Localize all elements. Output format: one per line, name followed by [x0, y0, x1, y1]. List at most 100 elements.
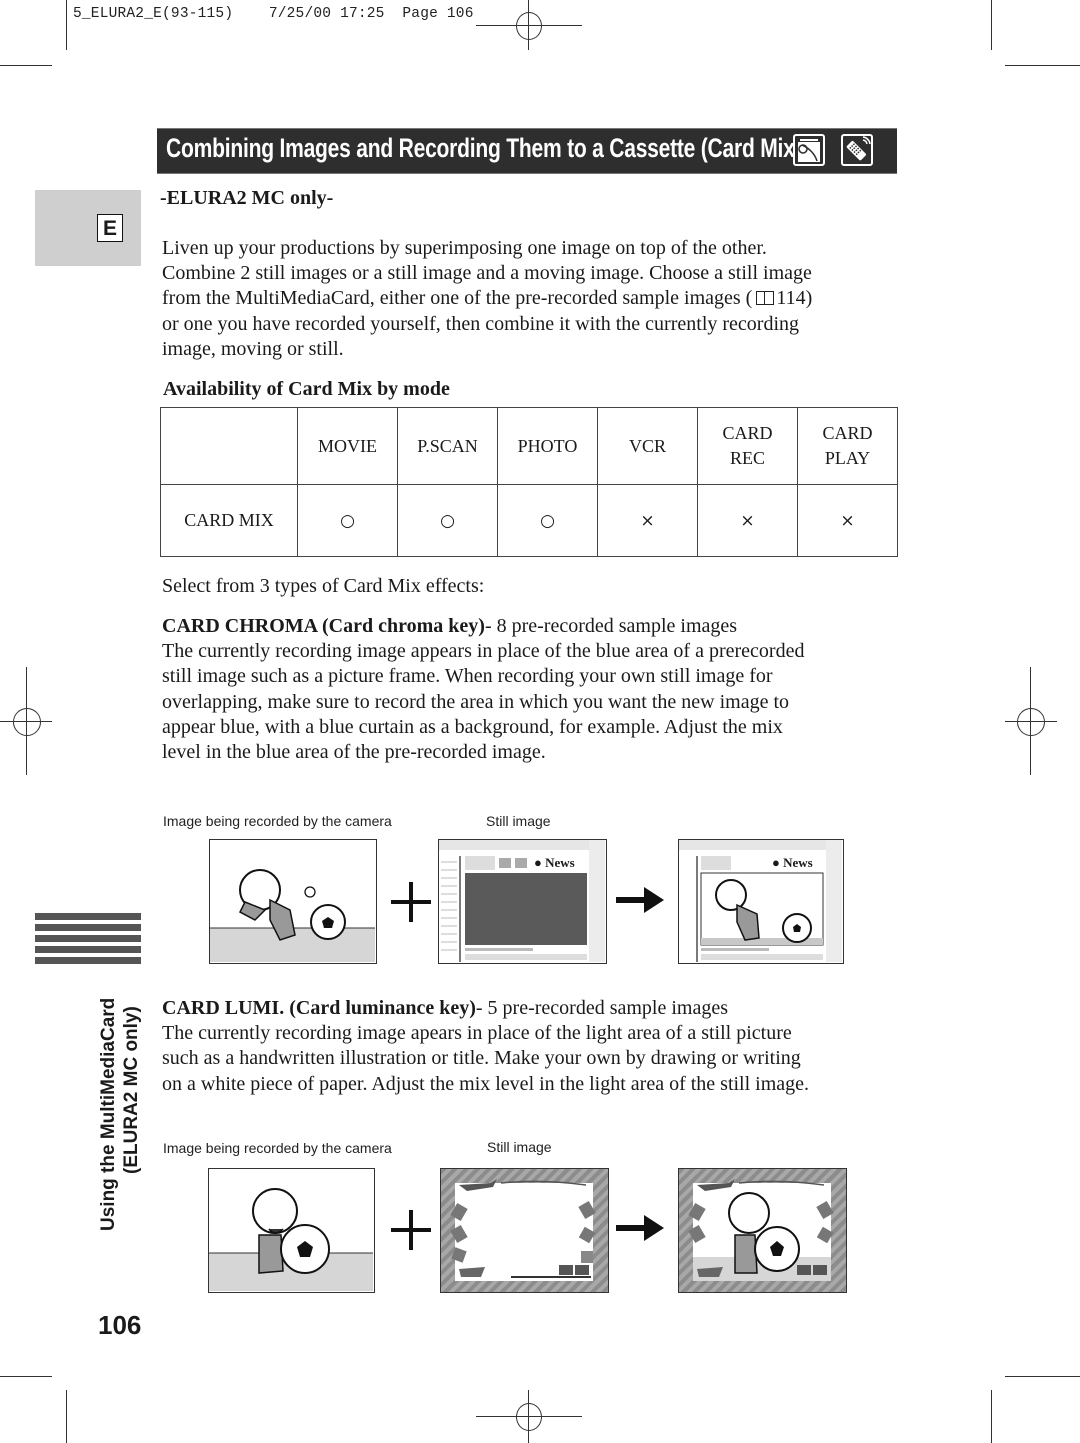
availability-symbol: ○	[340, 511, 355, 531]
card-chroma-name: CARD CHROMA (Card chroma key)	[162, 615, 485, 637]
news-label: ● News	[772, 855, 813, 871]
result-image-travel-frame-with-baby	[678, 1168, 847, 1293]
slug-time: 17:25	[340, 6, 385, 22]
book-reference-icon	[756, 291, 775, 306]
page-reference: 114)	[776, 287, 813, 310]
table-corner-cell	[160, 407, 298, 485]
globe-icon: ●	[772, 855, 784, 870]
intro-line-text: from the MultiMediaCard, either one of t…	[162, 287, 753, 310]
availability-cell: ○	[497, 484, 598, 557]
section-bar	[35, 946, 141, 953]
section-bar	[35, 957, 141, 964]
row-label: CARD MIX	[160, 484, 298, 557]
still-image-travel-frame	[440, 1168, 609, 1293]
slug-underline	[476, 25, 582, 26]
availability-symbol: ○	[540, 511, 555, 531]
paragraph-line: on a white piece of paper. Adjust the mi…	[162, 1072, 810, 1095]
table-header-cell: CARD PLAY	[797, 407, 898, 485]
header-text: REC	[729, 448, 765, 468]
crop-mark	[0, 65, 52, 66]
card-chroma-title: CARD CHROMA (Card chroma key)- 8 pre-rec…	[162, 614, 902, 639]
paragraph-line: such as a handwritten illustration or ti…	[162, 1047, 801, 1070]
slug-page-label: Page	[402, 6, 438, 22]
slug-date: 7/25/00	[268, 6, 332, 22]
registration-mark	[516, 12, 542, 40]
figure-caption-camera: Image being recorded by the camera	[163, 813, 392, 829]
camera-image-kicking-child	[209, 839, 377, 964]
plus-icon	[391, 1210, 431, 1250]
side-section-line2: (ELURA2 MC only)	[121, 1006, 142, 1174]
section-title-bar: Combining Images and Recording Them to a…	[157, 128, 897, 174]
registration-mark	[1017, 708, 1045, 736]
table-header-row: MOVIE P.SCAN PHOTO VCR CARD REC CARD PLAY	[160, 407, 898, 485]
intro-line: Combine 2 still images or a still image …	[162, 262, 812, 285]
table-row: CARD MIX ○ ○ ○ × × ×	[160, 484, 898, 557]
paragraph-line: still image such as a picture frame. Whe…	[162, 665, 773, 688]
crop-mark	[991, 1390, 992, 1443]
paragraph-line: appear blue, with a blue curtain as a ba…	[162, 715, 783, 738]
camera-image-baby-with-ball	[208, 1168, 375, 1293]
section-bar	[35, 924, 141, 931]
table-header-cell: PHOTO	[497, 407, 598, 485]
intro-line: Liven up your productions by superimposi…	[162, 237, 767, 259]
crop-mark	[1005, 1376, 1080, 1377]
result-image-news-with-child: ● News	[678, 839, 844, 964]
crop-mark	[0, 1376, 52, 1377]
print-slug: 5_ELURA2_E(93-115) 7/25/00 17:25 Page 10…	[73, 6, 474, 22]
header-text: MOVIE	[318, 435, 377, 456]
header-text: PHOTO	[517, 435, 578, 456]
availability-table: MOVIE P.SCAN PHOTO VCR CARD REC CARD PLAY …	[160, 407, 898, 557]
header-text: P.SCAN	[417, 435, 478, 456]
card-lumi-count: - 5 pre-recorded sample images	[475, 997, 728, 1019]
result-arrow-icon	[616, 887, 664, 913]
header-text: CARD	[722, 423, 773, 443]
availability-cell: ×	[797, 484, 898, 557]
page-number: 106	[98, 1310, 142, 1340]
registration-mark	[13, 708, 41, 736]
figure-caption-still: Still image	[487, 1139, 552, 1155]
availability-cell: ○	[397, 484, 498, 557]
slug-page-number: 106	[446, 6, 474, 22]
table-header-cell: CARD REC	[697, 407, 798, 485]
availability-symbol: ×	[840, 511, 855, 531]
header-text: PLAY	[824, 448, 871, 468]
model-note: -ELURA2 MC only-	[160, 187, 334, 209]
language-label: E	[97, 214, 123, 242]
paragraph-line: overlapping, make sure to record the are…	[162, 690, 790, 713]
header-text: CARD	[822, 423, 873, 443]
language-tab: E	[35, 190, 141, 266]
availability-symbol: ×	[640, 511, 655, 531]
availability-symbol: ×	[740, 511, 755, 531]
intro-line: from the MultiMediaCard, either one of t…	[162, 286, 902, 311]
availability-cell: ×	[697, 484, 798, 557]
section-bar	[35, 913, 141, 920]
availability-symbol: ○	[440, 511, 455, 531]
news-label: ● News	[534, 855, 575, 871]
card-slot-switch-icon	[793, 134, 825, 166]
effects-intro: Select from 3 types of Card Mix effects:	[162, 575, 485, 597]
intro-line: or one you have recorded yourself, then …	[162, 312, 800, 335]
globe-icon: ●	[534, 855, 546, 870]
registration-mark	[516, 1403, 542, 1431]
availability-heading: Availability of Card Mix by mode	[163, 378, 450, 400]
paragraph-line: level in the blue area of the pre-record…	[162, 741, 546, 764]
still-image-news-frame: ● News	[438, 839, 607, 964]
section-marker-bars	[35, 913, 141, 968]
page-title: Combining Images and Recording Them to a…	[166, 133, 802, 163]
table-header-cell: P.SCAN	[397, 407, 498, 485]
intro-line: image, moving or still.	[162, 337, 344, 360]
plus-icon	[391, 882, 431, 922]
slug-file: 5_ELURA2_E(93-115)	[73, 6, 234, 22]
intro-paragraph: Liven up your productions by superimposi…	[162, 236, 902, 362]
header-text: VCR	[628, 435, 666, 456]
wireless-remote-icon	[841, 134, 873, 166]
crop-mark	[991, 0, 992, 50]
news-text: News	[545, 855, 575, 870]
availability-cell: ○	[297, 484, 398, 557]
paragraph-line: The currently recording image appears in…	[162, 640, 805, 663]
result-arrow-icon	[616, 1215, 664, 1241]
table-header-cell: VCR	[597, 407, 698, 485]
crop-mark	[66, 1390, 67, 1443]
figure-caption-still: Still image	[486, 813, 551, 829]
card-chroma-section: CARD CHROMA (Card chroma key)- 8 pre-rec…	[162, 614, 902, 765]
